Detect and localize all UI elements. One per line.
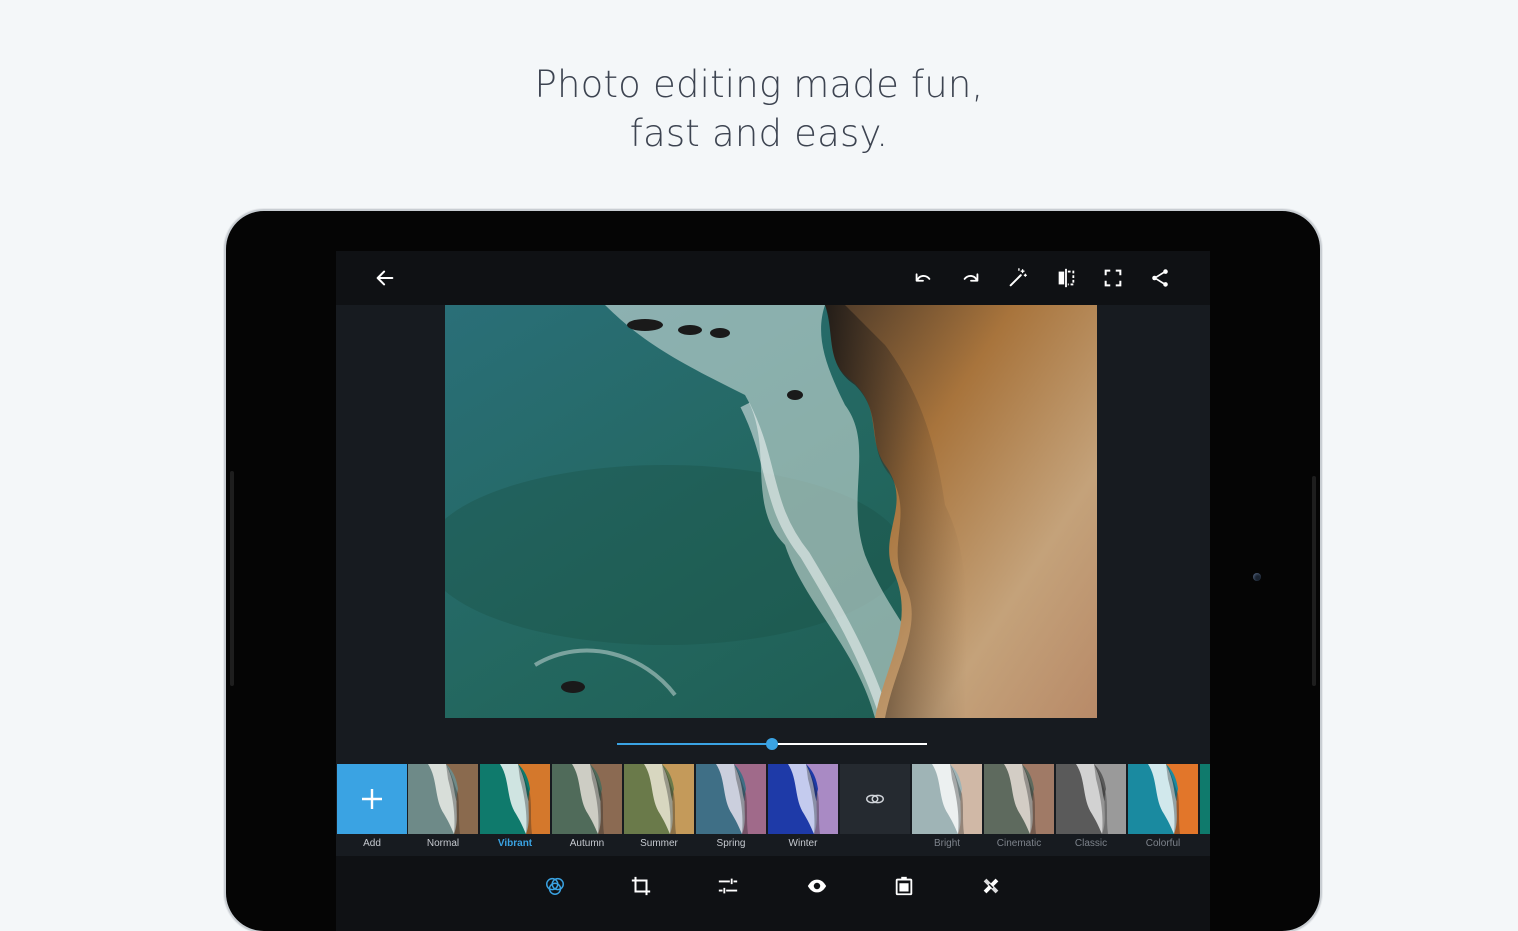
slider-thumb[interactable] xyxy=(766,738,778,750)
look-preview xyxy=(768,764,838,834)
look-preview xyxy=(1128,764,1198,834)
undo-button[interactable] xyxy=(907,262,939,294)
top-toolbar xyxy=(336,251,1210,305)
headline-line-1: Photo editing made fun, xyxy=(534,63,984,106)
fullscreen-button[interactable] xyxy=(1097,262,1129,294)
look-label: Normal xyxy=(426,838,460,849)
back-button[interactable] xyxy=(369,262,401,294)
look-thumbnail-winter[interactable]: Winter xyxy=(768,764,838,856)
link-tile xyxy=(840,764,910,834)
look-preview xyxy=(696,764,766,834)
look-thumbnail-classic[interactable]: Classic xyxy=(1056,764,1126,856)
add-look-button[interactable]: Add xyxy=(337,764,407,856)
look-thumbnail-summer[interactable]: Summer xyxy=(624,764,694,856)
back-arrow-icon xyxy=(376,270,394,286)
look-label: Summer xyxy=(640,838,678,849)
bottom-toolbar xyxy=(336,856,1210,931)
look-label: Cinematic xyxy=(996,838,1042,849)
look-thumbnail-vibrant[interactable]: Vibrant xyxy=(480,764,550,856)
headline-line-2: fast and easy. xyxy=(629,112,889,155)
redo-icon xyxy=(963,273,979,282)
looks-tool-button[interactable] xyxy=(537,868,573,904)
look-preview xyxy=(480,764,550,834)
plus-icon xyxy=(362,789,382,809)
crop-tool-button[interactable] xyxy=(623,868,659,904)
look-preview xyxy=(1200,764,1210,834)
app-screen: Add Normal Vibrant Autumn Summer Spring Winte… xyxy=(336,251,1210,931)
looks-filmstrip: Add Normal Vibrant Autumn Summer Spring Winte… xyxy=(336,764,1210,856)
crop-icon xyxy=(631,876,651,896)
look-thumbnail-bright[interactable]: Bright xyxy=(912,764,982,856)
undo-icon xyxy=(915,273,931,282)
look-thumbnail-normal[interactable]: Normal xyxy=(408,764,478,856)
look-label: Spring xyxy=(716,838,746,849)
share-icon xyxy=(1152,269,1168,287)
look-thumbnail-autumn[interactable]: Autumn xyxy=(552,764,622,856)
border-tool-button[interactable] xyxy=(886,868,922,904)
adjustments-icon xyxy=(718,878,738,894)
headline: Photo editing made fun, fast and easy. xyxy=(0,60,1518,158)
compare-button[interactable] xyxy=(1050,262,1082,294)
front-camera xyxy=(1253,573,1261,581)
add-tile xyxy=(337,764,407,834)
look-label: Autumn xyxy=(569,838,605,849)
look-label: Vibrant xyxy=(497,838,533,849)
compare-icon xyxy=(1058,268,1075,288)
look-thumbnail-spring[interactable]: Spring xyxy=(696,764,766,856)
border-icon xyxy=(895,876,913,896)
look-preview xyxy=(984,764,1054,834)
side-button-left xyxy=(230,471,234,686)
creative-cloud-link-icon xyxy=(866,794,884,804)
spot-heal-icon xyxy=(983,878,999,894)
share-button[interactable] xyxy=(1144,262,1176,294)
intensity-slider[interactable] xyxy=(617,738,927,750)
redo-button[interactable] xyxy=(955,262,987,294)
look-thumbnail-cinematic[interactable]: Cinematic xyxy=(984,764,1054,856)
looks-icon xyxy=(546,877,564,895)
look-preview xyxy=(408,764,478,834)
look-preview xyxy=(624,764,694,834)
look-thumbnail-partial[interactable] xyxy=(1200,764,1210,856)
side-button-right xyxy=(1312,476,1316,686)
fullscreen-icon xyxy=(1104,269,1122,287)
spot-heal-tool-button[interactable] xyxy=(973,868,1009,904)
look-thumbnail-colorful[interactable]: Colorful xyxy=(1128,764,1198,856)
look-label: Colorful xyxy=(1145,838,1181,849)
red-eye-icon xyxy=(807,879,827,893)
look-label: Classic xyxy=(1074,838,1108,849)
look-preview xyxy=(912,764,982,834)
edited-photo[interactable] xyxy=(445,305,1097,718)
look-preview xyxy=(1056,764,1126,834)
magic-wand-icon xyxy=(1009,268,1027,287)
look-preview xyxy=(552,764,622,834)
tablet-device: Add Normal Vibrant Autumn Summer Spring Winte… xyxy=(226,211,1320,931)
red-eye-tool-button[interactable] xyxy=(799,868,835,904)
adjustments-tool-button[interactable] xyxy=(710,868,746,904)
coastline-photo xyxy=(445,305,1097,718)
auto-fix-button[interactable] xyxy=(1002,262,1034,294)
photo-canvas xyxy=(336,305,1210,763)
slider-fill xyxy=(617,743,772,745)
creative-cloud-link-button[interactable] xyxy=(840,764,910,856)
look-label: Winter xyxy=(788,838,818,849)
look-label: Bright xyxy=(933,838,961,849)
